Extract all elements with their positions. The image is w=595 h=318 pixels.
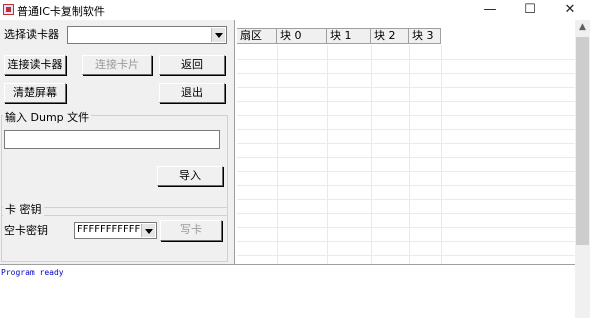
chevron-down-icon[interactable] xyxy=(211,28,225,42)
grid-column-line xyxy=(277,45,278,264)
grid-row-line xyxy=(237,73,575,74)
grid-header: 扇区 块 0 块 1 块 2 块 3 xyxy=(237,28,441,44)
window-title: 普通IC卡复制软件 xyxy=(17,5,105,18)
empty-key-label: 空卡密钥 xyxy=(4,224,48,237)
grid-row-line xyxy=(237,255,575,256)
grid-row-line xyxy=(237,171,575,172)
column-header[interactable]: 块 2 xyxy=(371,29,409,43)
grid-body xyxy=(237,45,575,264)
back-button[interactable]: 返回 xyxy=(159,55,225,75)
block-data-grid[interactable]: 扇区 块 0 块 1 块 2 块 3 xyxy=(237,20,575,264)
connect-reader-button[interactable]: 连接读卡器 xyxy=(4,55,66,75)
vertical-scrollbar[interactable]: ▲ xyxy=(575,20,590,318)
empty-key-value: FFFFFFFFFFFF xyxy=(77,224,147,235)
log-line: Program ready xyxy=(1,268,64,277)
clear-screen-button[interactable]: 清楚屏幕 xyxy=(4,83,66,103)
grid-row-line xyxy=(237,101,575,102)
import-button[interactable]: 导入 xyxy=(157,166,223,186)
close-button[interactable]: ✕ xyxy=(555,0,585,20)
grid-row-line xyxy=(237,115,575,116)
grid-row-line xyxy=(237,213,575,214)
connect-card-button[interactable]: 连接卡片 xyxy=(82,55,152,75)
title-bar: 普通IC卡复制软件 — ☐ ✕ xyxy=(0,0,595,20)
dump-file-group-title: 输入 Dump 文件 xyxy=(3,109,92,125)
grid-column-line xyxy=(371,45,372,264)
exit-button[interactable]: 退出 xyxy=(159,83,225,103)
grid-column-line xyxy=(441,45,442,264)
log-output[interactable]: Program ready xyxy=(0,264,575,318)
grid-column-line xyxy=(409,45,410,264)
grid-column-line xyxy=(327,45,328,264)
column-header[interactable]: 块 1 xyxy=(327,29,371,43)
minimize-button[interactable]: — xyxy=(475,0,505,20)
grid-row-line xyxy=(237,199,575,200)
grid-row-line xyxy=(237,143,575,144)
empty-key-select[interactable]: FFFFFFFFFFFF xyxy=(74,222,157,239)
scroll-thumb[interactable] xyxy=(576,37,589,245)
maximize-button[interactable]: ☐ xyxy=(515,0,545,20)
grid-row-line xyxy=(237,185,575,186)
column-header[interactable]: 块 3 xyxy=(409,29,441,43)
grid-row-line xyxy=(237,227,575,228)
grid-row-line xyxy=(237,59,575,60)
reader-select[interactable] xyxy=(67,26,227,44)
panel-divider xyxy=(234,20,236,264)
write-card-button[interactable]: 写卡 xyxy=(160,220,222,241)
grid-row-line xyxy=(237,87,575,88)
control-panel: 选择读卡器 连接读卡器 连接卡片 返回 清楚屏幕 退出 输入 Dump 文件 导… xyxy=(0,20,234,264)
column-header[interactable]: 扇区 xyxy=(237,29,277,43)
reader-label: 选择读卡器 xyxy=(4,28,59,41)
grid-row-line xyxy=(237,129,575,130)
grid-row-line xyxy=(237,157,575,158)
app-icon xyxy=(3,4,14,15)
scroll-up-icon[interactable]: ▲ xyxy=(575,20,590,35)
chevron-down-icon[interactable] xyxy=(141,224,155,237)
card-key-group-title: 卡 密钥 xyxy=(3,201,44,217)
grid-row-line xyxy=(237,241,575,242)
column-header[interactable]: 块 0 xyxy=(277,29,327,43)
dump-file-input[interactable] xyxy=(4,130,220,149)
